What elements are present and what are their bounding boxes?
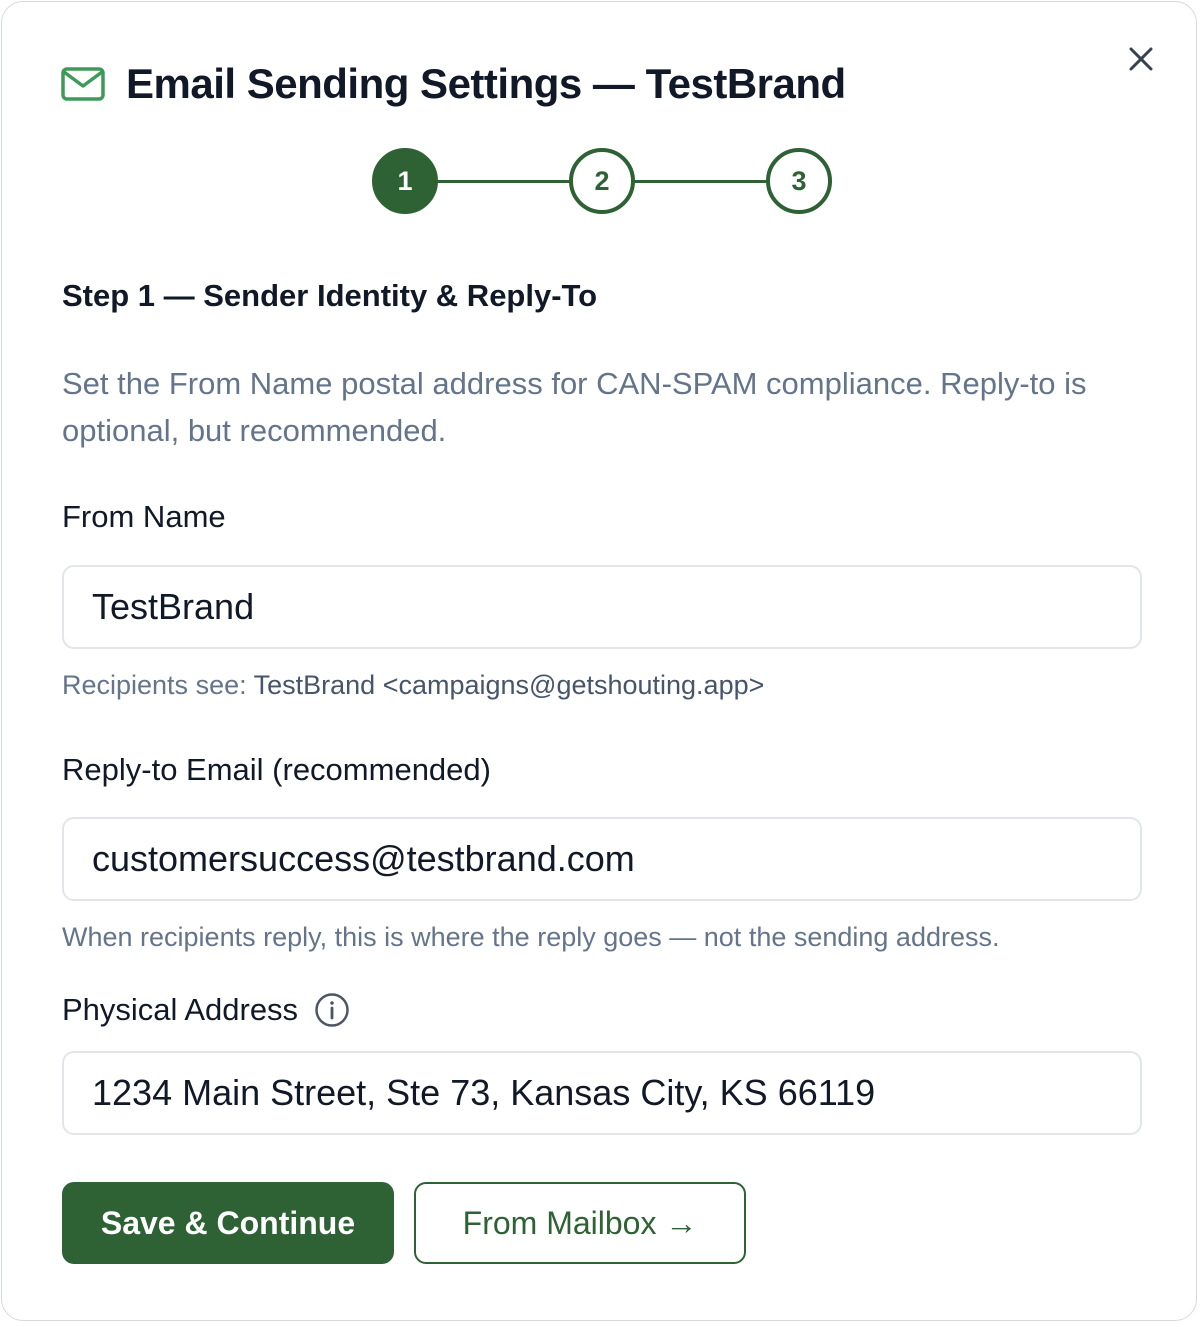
- step-2-indicator[interactable]: 2: [569, 148, 635, 214]
- step-1-indicator[interactable]: 1: [372, 148, 438, 214]
- physical-address-input[interactable]: [62, 1051, 1142, 1135]
- stepper-connector: [633, 180, 767, 183]
- step-3-indicator[interactable]: 3: [766, 148, 832, 214]
- from-mailbox-button[interactable]: From Mailbox →: [414, 1182, 746, 1264]
- reply-to-label: Reply-to Email (recommended): [62, 752, 491, 787]
- stepper-connector: [436, 180, 570, 183]
- physical-address-label: Physical Address: [62, 992, 299, 1027]
- email-settings-dialog: Email Sending Settings — TestBrand 1 2 3…: [1, 1, 1197, 1321]
- from-name-input[interactable]: [62, 565, 1142, 649]
- save-continue-button[interactable]: Save & Continue: [62, 1182, 394, 1264]
- stepper: 1 2 3: [372, 148, 832, 214]
- from-name-hint-prefix: Recipients see:: [62, 670, 247, 700]
- close-icon[interactable]: [1124, 42, 1158, 76]
- dialog-title: Email Sending Settings — TestBrand: [126, 60, 846, 107]
- step-heading: Step 1 — Sender Identity & Reply-To: [62, 278, 598, 313]
- dialog-header: Email Sending Settings — TestBrand: [60, 58, 846, 110]
- physical-address-label-row: Physical Address: [62, 992, 350, 1028]
- info-icon[interactable]: [314, 992, 350, 1028]
- from-name-label: From Name: [62, 499, 226, 534]
- reply-to-hint: When recipients reply, this is where the…: [62, 922, 1000, 952]
- step-description: Set the From Name postal address for CAN…: [62, 366, 1087, 448]
- from-name-hint-value: TestBrand <campaigns@getshouting.app>: [253, 670, 765, 700]
- mail-icon: [61, 67, 105, 101]
- reply-to-input[interactable]: [62, 817, 1142, 901]
- from-name-hint: Recipients see: TestBrand <campaigns@get…: [62, 670, 764, 701]
